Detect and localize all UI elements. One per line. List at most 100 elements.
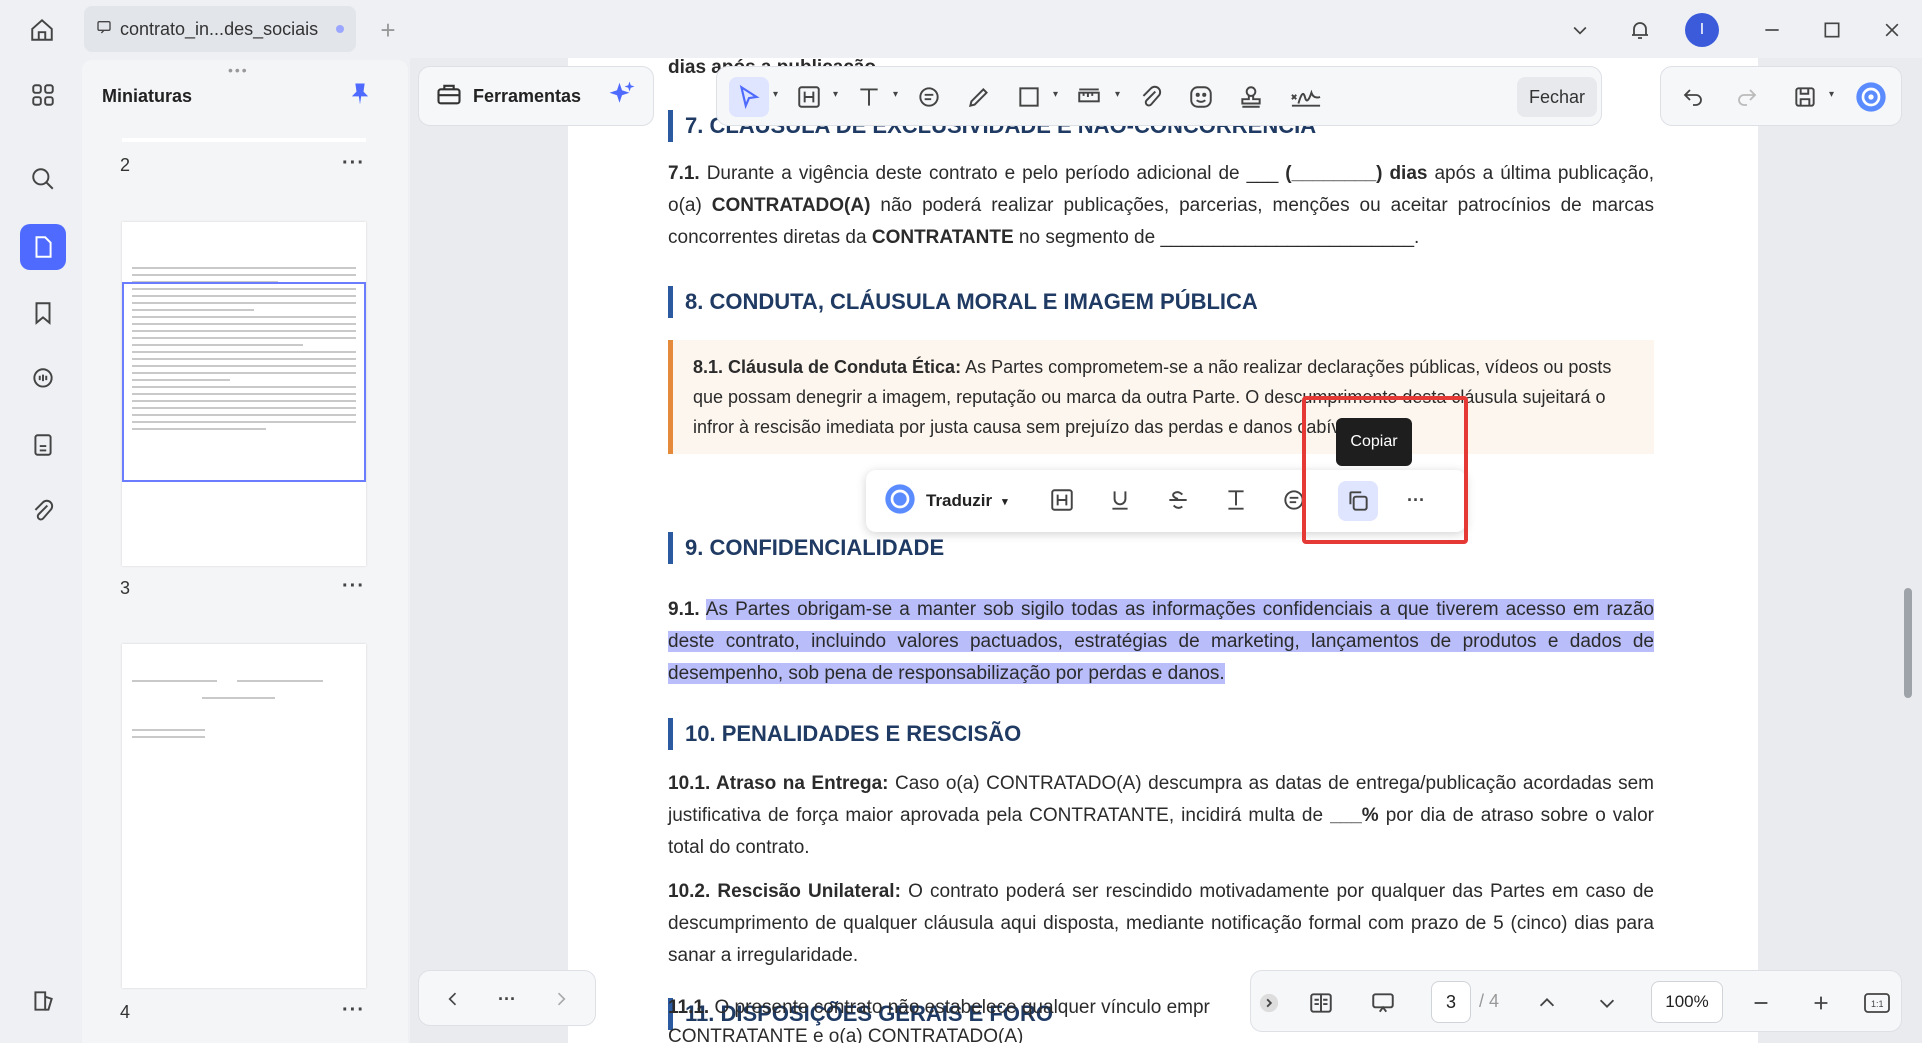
page-up-icon[interactable] (1527, 983, 1567, 1023)
avatar[interactable]: I (1685, 13, 1719, 47)
clause-10-2: 10.2. Rescisão Unilateral: O contrato po… (668, 876, 1654, 972)
clause-title: 10.1. Atraso na Entrega: (668, 773, 889, 794)
zoom-level[interactable]: 100% (1651, 981, 1723, 1023)
thumbnails-icon[interactable] (20, 224, 66, 270)
next-arrow-icon[interactable] (541, 979, 581, 1019)
clause-number: 9.1. (668, 599, 700, 620)
heading-text: 10. PENALIDADES E RESCISÃO (685, 721, 1022, 746)
thumbnail-page-number: 2 (120, 155, 131, 175)
clause-7-1: 7.1. Durante a vigência deste contrato e… (668, 158, 1654, 254)
chevron-down-icon[interactable]: ▾ (1115, 89, 1120, 100)
zoom-out-icon[interactable] (1741, 983, 1781, 1023)
tools-label: Ferramentas (473, 85, 582, 106)
underline-icon[interactable] (1100, 480, 1140, 520)
signature-tool-icon[interactable] (1281, 77, 1331, 117)
clause-9-1[interactable]: 9.1. As Partes obrigam-se a manter sob s… (668, 594, 1654, 690)
thumbnail-page-3[interactable] (122, 222, 366, 566)
page-down-icon[interactable] (1587, 983, 1627, 1023)
attachments-panel-icon[interactable] (20, 422, 66, 468)
clause-bold: ___% (1330, 805, 1379, 826)
stamp-tool-icon[interactable] (1231, 77, 1271, 117)
annotation-toolbar: ▾ ▾ ▾ ▾ ▾ Fechar (716, 66, 1602, 126)
actual-size-icon[interactable]: 1:1 (1857, 983, 1897, 1023)
chevron-down-icon[interactable]: ▾ (1053, 89, 1058, 100)
chevron-down-icon[interactable]: ▾ (773, 89, 778, 100)
save-icon[interactable] (1785, 77, 1825, 117)
clause-title: 10.2. Rescisão Unilateral: (668, 881, 901, 902)
pen-tool-icon[interactable] (959, 77, 999, 117)
home-icon[interactable] (22, 10, 62, 50)
ai-sparkle-icon[interactable] (607, 79, 637, 114)
select-tool-icon[interactable] (729, 77, 769, 117)
comment-icon (96, 19, 112, 40)
translate-button[interactable]: Traduzir ▾ (876, 480, 1046, 522)
thumbnail-more-button[interactable]: ··· (342, 152, 365, 175)
thumbnail-page-4-content (122, 644, 366, 738)
redo-icon[interactable] (1727, 77, 1767, 117)
previous-arrow-icon[interactable] (433, 979, 473, 1019)
reading-mode-icon[interactable] (1301, 983, 1341, 1023)
clause-8-1: 8.1. Cláusula de Conduta Ética: As Parte… (693, 352, 1634, 442)
heading-bar (668, 718, 673, 750)
ai-assistant-icon[interactable] (1851, 77, 1891, 117)
close-tools-button[interactable]: Fechar (1517, 77, 1597, 117)
document-tab[interactable]: contrato_in...des_sociais (84, 6, 356, 52)
maximize-icon[interactable] (1812, 10, 1852, 50)
clause-text: no segmento de ________________________. (1013, 227, 1420, 248)
text-replace-icon[interactable] (1216, 480, 1256, 520)
tools-panel-button[interactable]: Ferramentas (418, 66, 654, 126)
comment-tool-icon[interactable] (909, 77, 949, 117)
thumbnail-more-button[interactable]: ··· (342, 575, 365, 598)
more-options-button[interactable]: ··· (487, 979, 527, 1019)
strikethrough-icon[interactable] (1158, 480, 1198, 520)
chevron-down-icon[interactable]: ▾ (833, 89, 838, 100)
thumbnail-page-2-edge[interactable] (122, 138, 366, 142)
new-tab-icon[interactable]: + (368, 10, 408, 50)
document-page[interactable]: dias após a publicação. 7. CLÁUSULA DE E… (568, 58, 1758, 1043)
heading-bar (668, 532, 673, 564)
vertical-scrollbar[interactable] (1904, 588, 1912, 698)
measure-tool-icon[interactable] (1069, 77, 1109, 117)
heading-text: 8. CONDUTA, CLÁUSULA MORAL E IMAGEM PÚBL… (685, 289, 1258, 314)
thumbnail-more-button[interactable]: ··· (342, 999, 365, 1022)
section-heading-10: 10. PENALIDADES E RESCISÃO (668, 718, 1021, 750)
search-icon[interactable] (20, 156, 66, 202)
page-number-input[interactable]: 3 (1431, 981, 1471, 1023)
grid-icon[interactable] (20, 72, 66, 118)
chevron-down-icon[interactable]: ▾ (893, 89, 898, 100)
toolbox-icon (435, 80, 463, 113)
close-icon[interactable] (1872, 10, 1912, 50)
pin-icon[interactable] (346, 80, 374, 113)
thumbnail-page-4[interactable] (122, 644, 366, 988)
bookmark-icon[interactable] (20, 290, 66, 336)
selected-text[interactable]: As Partes obrigam-se a manter sob sigilo… (668, 599, 1654, 684)
text-tool-icon[interactable] (849, 77, 889, 117)
panel-title: Miniaturas (102, 86, 193, 106)
clause-bold: (________) dias (1285, 163, 1428, 184)
attach-tool-icon[interactable] (1131, 77, 1171, 117)
sticker-tool-icon[interactable] (1181, 77, 1221, 117)
presentation-icon[interactable] (1363, 983, 1403, 1023)
drag-handle[interactable]: ••• (228, 62, 249, 78)
undo-icon[interactable] (1673, 77, 1713, 117)
highlight-tool-icon[interactable] (789, 77, 829, 117)
comments-icon[interactable] (20, 356, 66, 402)
chevron-down-icon[interactable] (1560, 10, 1600, 50)
collapse-arrow-icon[interactable] (1255, 983, 1283, 1023)
chevron-down-icon[interactable]: ▾ (1829, 89, 1834, 100)
viewer-controls-bar: 3 / 4 100% 1:1 (1250, 970, 1902, 1032)
clause-title: 8.1. Cláusula de Conduta Ética: (693, 357, 962, 377)
thumbnail-viewport-frame (122, 282, 366, 482)
clause-text: O presente contrato não estabelece qualq… (709, 997, 1210, 1018)
paperclip-icon[interactable] (20, 488, 66, 534)
bell-icon[interactable] (1620, 10, 1660, 50)
translate-icon (884, 483, 916, 520)
clause-8-1-box: 8.1. Cláusula de Conduta Ética: As Parte… (668, 340, 1654, 454)
zoom-in-icon[interactable] (1801, 983, 1841, 1023)
theme-icon[interactable] (20, 978, 66, 1024)
highlight-text-icon[interactable] (1042, 480, 1082, 520)
minimize-icon[interactable] (1752, 10, 1792, 50)
clause-11-1: 11.1. O presente contrato não estabelece… (668, 992, 1268, 1024)
shape-tool-icon[interactable] (1009, 77, 1049, 117)
section-heading-8: 8. CONDUTA, CLÁUSULA MORAL E IMAGEM PÚBL… (668, 286, 1258, 318)
